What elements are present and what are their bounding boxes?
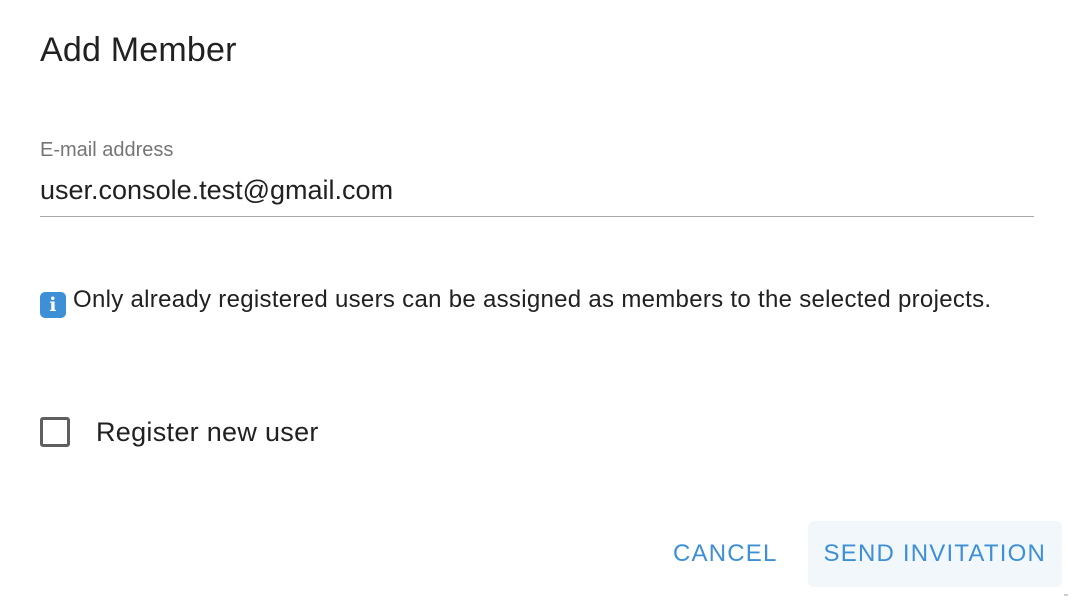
resize-handle [1064,594,1068,596]
email-field: E-mail address [40,136,1034,218]
info-text: Only already registered users can be ass… [73,286,992,313]
register-new-user-checkbox[interactable] [40,417,70,447]
email-field-underline [40,216,1034,217]
email-input[interactable] [40,168,1034,212]
add-member-dialog: Add Member E-mail address i Only already … [0,0,1074,600]
cancel-button[interactable]: CANCEL [657,521,794,587]
register-new-user-label[interactable]: Register new user [96,417,319,448]
info-message: i Only already registered users can be as… [40,280,1000,319]
send-invitation-button[interactable]: SEND INVITATION [807,521,1062,587]
info-icon: i [40,292,66,318]
register-new-user-option[interactable]: Register new user [40,412,319,452]
dialog-title: Add Member [40,31,237,69]
email-field-label: E-mail address [40,139,174,161]
dialog-actions: CANCEL SEND INVITATION [657,521,1062,587]
